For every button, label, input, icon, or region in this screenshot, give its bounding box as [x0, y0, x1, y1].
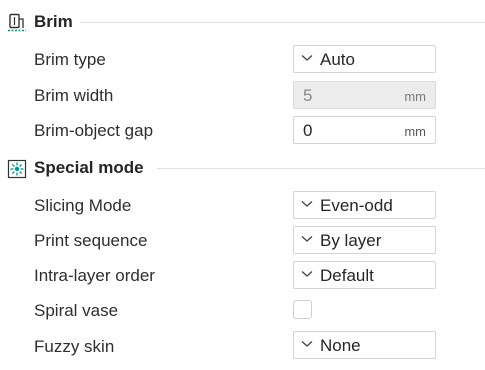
- section-divider: [157, 168, 485, 169]
- print-sequence-dropdown[interactable]: By layer: [293, 226, 436, 254]
- brim-width-value: 5: [303, 86, 313, 105]
- print-sequence-label: Print sequence: [34, 231, 148, 250]
- brim-type-label: Brim type: [34, 50, 106, 69]
- spiral-vase-checkbox[interactable]: [293, 300, 312, 319]
- chevron-down-icon: [301, 341, 313, 347]
- slicing-mode-dropdown[interactable]: Even-odd: [293, 191, 436, 219]
- brim-type-dropdown[interactable]: Auto: [293, 45, 436, 73]
- fuzzy-skin-value: None: [320, 336, 361, 355]
- brim-gap-unit: mm: [404, 124, 426, 139]
- brim-gap-value: 0: [303, 121, 313, 140]
- brim-type-value: Auto: [320, 50, 355, 69]
- brim-width-label: Brim width: [34, 86, 114, 105]
- brim-gap-label: Brim-object gap: [34, 121, 154, 140]
- intra-layer-order-label: Intra-layer order: [34, 266, 155, 285]
- section-title-special-mode: Special mode: [34, 158, 144, 177]
- chevron-down-icon: [301, 271, 313, 277]
- print-sequence-value: By layer: [320, 231, 382, 250]
- slicing-mode-label: Slicing Mode: [34, 196, 132, 215]
- fuzzy-skin-dropdown[interactable]: None: [293, 331, 436, 359]
- special-mode-icon: [7, 159, 27, 179]
- spiral-vase-label: Spiral vase: [34, 301, 119, 320]
- chevron-down-icon: [301, 55, 313, 61]
- section-header-special-mode: Special mode: [0, 154, 485, 182]
- brim-gap-input[interactable]: 0 mm: [293, 116, 436, 144]
- section-title-brim: Brim: [34, 12, 73, 31]
- brim-width-input[interactable]: 5 mm: [293, 81, 436, 109]
- chevron-down-icon: [301, 236, 313, 242]
- fuzzy-skin-label: Fuzzy skin: [34, 337, 115, 356]
- section-divider: [80, 22, 485, 23]
- chevron-down-icon: [301, 201, 313, 207]
- brim-width-unit: mm: [404, 89, 426, 104]
- section-header-brim: Brim: [0, 8, 485, 36]
- slicing-mode-value: Even-odd: [320, 196, 393, 215]
- brim-icon: [7, 13, 27, 33]
- intra-layer-order-dropdown[interactable]: Default: [293, 261, 436, 289]
- intra-layer-order-value: Default: [320, 266, 374, 285]
